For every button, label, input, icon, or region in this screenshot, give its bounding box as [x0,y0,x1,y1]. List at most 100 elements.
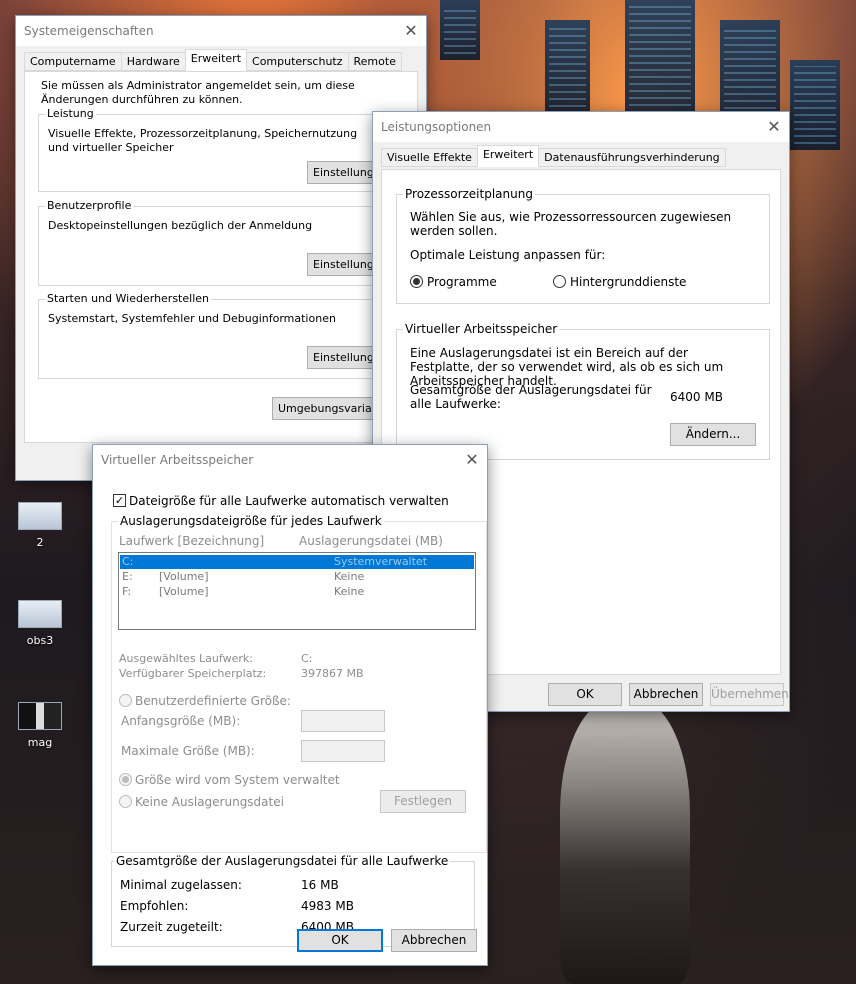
drive-letter: E: [122,570,133,583]
settings-button[interactable]: Einstellungen... [307,161,382,184]
column-header-paging: Auslagerungsdatei (MB) [299,534,443,548]
drive-label: [Volume] [159,570,209,583]
system-properties-window: Systemeigenschaften ✕ Computername Hardw… [15,15,427,481]
auto-manage-checkbox[interactable]: ✓ [113,494,126,507]
window-title: Virtueller Arbeitsspeicher [101,453,254,467]
wallpaper-building [790,60,840,150]
selected-drive-value: C: [301,652,313,665]
group-title: Benutzerprofile [45,199,134,212]
tab-visual-effects[interactable]: Visuelle Effekte [381,148,478,167]
drive-label: [Volume] [159,585,209,598]
desktop-icon[interactable]: 2 [10,502,70,549]
initial-size-input[interactable] [301,710,385,732]
desktop-icon[interactable]: mag [10,702,70,749]
desktop-icon-thumbnail [18,702,62,730]
initial-size-label: Anfangsgröße (MB): [121,714,241,728]
tab-erweitert[interactable]: Erweitert [184,49,248,71]
radio-programs-label: Programme [427,275,497,289]
tab-computerschutz[interactable]: Computerschutz [246,52,349,71]
radio-custom-size-label: Benutzerdefinierte Größe: [135,694,291,708]
auto-manage-label: Dateigröße für alle Laufwerke automatisc… [129,494,449,508]
group-description: Eine Auslagerungsdatei ist ein Bereich a… [410,346,724,388]
tab-panel: Sie müssen als Administrator angemeldet … [24,71,418,443]
wallpaper-building [545,20,590,120]
close-icon[interactable]: ✕ [759,112,789,142]
min-allowed-value: 16 MB [301,878,339,892]
set-button[interactable]: Festlegen [380,790,466,813]
group-virtual-memory: Virtueller Arbeitsspeicher Eine Auslager… [396,322,770,460]
group-processor-scheduling: Prozessorzeitplanung Wählen Sie aus, wie… [396,187,770,304]
desktop-icon[interactable]: obs3 [10,600,70,647]
drive-paging: Keine [334,585,365,598]
drive-list[interactable]: C: Systemverwaltet E: [Volume] Keine F: … [118,552,476,630]
ok-button[interactable]: OK [548,683,622,706]
radio-custom-size[interactable] [119,694,132,707]
max-size-input[interactable] [301,740,385,762]
window-client: Computername Hardware Erweitert Computer… [16,46,426,480]
group-title: Gesamtgröße der Auslagerungsdatei für al… [114,854,451,868]
group-title: Starten und Wiederherstellen [45,292,211,305]
recommended-value: 4983 MB [301,899,354,913]
adjust-label: Optimale Leistung anpassen für: [410,248,606,262]
currently-allocated-label: Zurzeit zugeteilt: [120,920,223,934]
tab-erweitert[interactable]: Erweitert [476,145,540,167]
drive-paging: Systemverwaltet [334,555,428,568]
ok-button[interactable]: OK [297,929,383,952]
radio-system-managed-label: Größe wird vom System verwaltet [135,773,340,787]
group-title: Auslagerungsdateigröße für jedes Laufwer… [118,514,384,528]
radio-system-managed[interactable] [119,773,132,786]
list-item-selected[interactable]: C: Systemverwaltet [120,555,474,569]
free-space-value: 397867 MB [301,667,364,680]
group-description: Visuelle Effekte, Prozessorzeitplanung, … [48,127,358,154]
title-bar[interactable]: Systemeigenschaften ✕ [16,16,426,46]
group-description: Desktopeinstellungen bezüglich der Anmel… [48,219,313,232]
settings-button[interactable]: Einstellungen... [307,346,382,369]
cancel-button[interactable]: Abbrechen [629,683,703,706]
tab-dep[interactable]: Datenausführungsverhinderung [538,148,726,167]
total-value: 6400 MB [670,390,723,404]
group-per-drive: Auslagerungsdateigröße für jedes Laufwer… [111,514,487,853]
group-title: Leistung [45,107,96,120]
cancel-button[interactable]: Abbrechen [391,929,477,952]
close-icon[interactable]: ✕ [457,445,487,475]
group-description: Systemstart, Systemfehler und Debuginfor… [48,312,336,325]
drive-letter: F: [122,585,132,598]
change-button[interactable]: Ändern... [670,423,756,446]
recommended-label: Empfohlen: [120,899,189,913]
max-size-label: Maximale Größe (MB): [121,744,255,758]
wallpaper-building [440,0,480,60]
wallpaper-figure [560,700,690,984]
window-title: Leistungsoptionen [381,120,492,134]
close-icon[interactable]: ✕ [396,16,426,46]
radio-background-services[interactable] [553,275,566,288]
tab-strip: Visuelle Effekte Erweitert Datenausführu… [381,145,726,167]
apply-button[interactable]: Übernehmen [710,683,789,706]
drive-letter: C: [122,555,134,568]
desktop-icon-thumbnail [18,600,62,628]
drive-paging: Keine [334,570,365,583]
window-title: Systemeigenschaften [24,24,154,38]
free-space-label: Verfügbarer Speicherplatz: [119,667,267,680]
radio-no-paging[interactable] [119,795,132,808]
tab-hardware[interactable]: Hardware [120,52,186,71]
virtual-memory-window: Virtueller Arbeitsspeicher ✕ ✓ Dateigröß… [92,444,488,966]
radio-programs[interactable] [410,275,423,288]
tab-computername[interactable]: Computername [24,52,122,71]
title-bar[interactable]: Virtueller Arbeitsspeicher ✕ [93,445,487,475]
group-description: Wählen Sie aus, wie Prozessorressourcen … [410,210,732,238]
settings-button[interactable]: Einstellungen... [307,253,382,276]
list-item[interactable]: F: [Volume] Keine [120,585,474,599]
desktop-icon-label: obs3 [26,634,54,647]
list-item[interactable]: E: [Volume] Keine [120,570,474,584]
group-starten: Starten und Wiederherstellen Systemstart… [38,292,418,379]
column-header-drive: Laufwerk [Bezeichnung] [119,534,265,548]
desktop-icon-label: 2 [36,536,44,549]
total-label: Gesamtgröße der Auslagerungsdatei für al… [410,383,652,411]
group-leistung: Leistung Visuelle Effekte, Prozessorzeit… [38,107,418,192]
group-title: Virtueller Arbeitsspeicher [403,322,560,336]
tab-strip: Computername Hardware Erweitert Computer… [24,49,402,71]
tab-remote[interactable]: Remote [347,52,402,71]
radio-no-paging-label: Keine Auslagerungsdatei [135,795,284,809]
environment-variables-button[interactable]: Umgebungsvariablen... [272,397,382,420]
title-bar[interactable]: Leistungsoptionen ✕ [373,112,789,142]
